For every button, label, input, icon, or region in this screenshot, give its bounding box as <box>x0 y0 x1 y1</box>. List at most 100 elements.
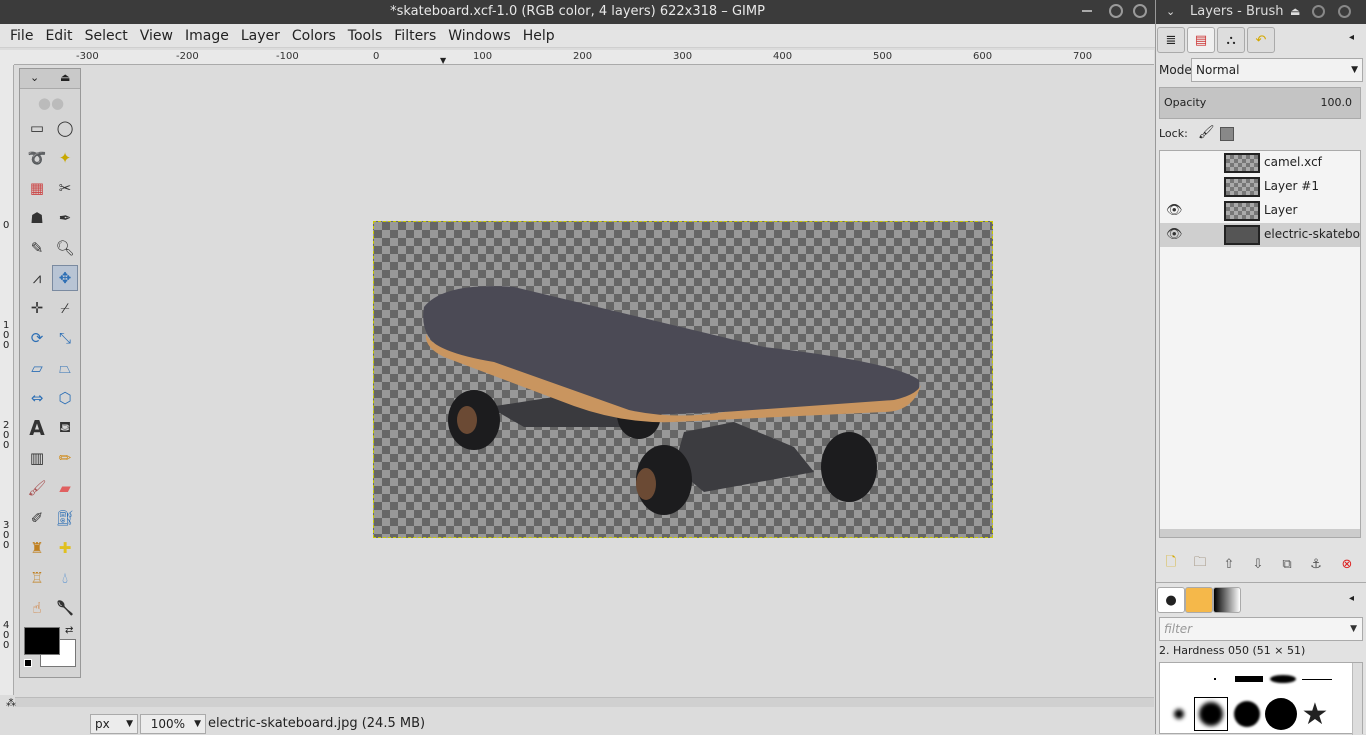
color-picker-tool-icon[interactable]: ✎ <box>24 235 50 261</box>
maximize-button[interactable] <box>1312 5 1325 18</box>
detach-icon[interactable]: ⏏ <box>60 71 70 84</box>
toolbox-header[interactable]: ⌄ ⏏ <box>20 69 80 89</box>
unit-selector[interactable]: px ▼ <box>90 714 138 734</box>
layer-row[interactable]: 👁︎ electric-skateboard.jpg <box>1160 223 1360 247</box>
vertical-ruler[interactable]: 0 1 0 0 2 0 0 3 0 0 4 0 0 <box>0 65 14 695</box>
paintbrush-tool-icon[interactable]: 🖌︎ <box>24 475 50 501</box>
tab-undo-icon[interactable]: ↶ <box>1247 27 1275 53</box>
shear-tool-icon[interactable]: ▱ <box>24 355 50 381</box>
blend-tool-icon[interactable]: ▥ <box>24 445 50 471</box>
layer-row[interactable]: camel.xcf <box>1160 151 1360 175</box>
text-tool-icon[interactable]: A <box>24 415 50 441</box>
ruler-corner[interactable] <box>0 50 14 65</box>
free-select-tool-icon[interactable]: ➰ <box>24 145 50 171</box>
clone-tool-icon[interactable]: ♜ <box>24 535 50 561</box>
brush-item[interactable] <box>1200 669 1230 689</box>
menu-select[interactable]: Select <box>79 24 134 48</box>
ellipse-select-tool-icon[interactable]: ◯ <box>52 115 78 141</box>
tab-channels-icon[interactable]: ▤ <box>1187 27 1215 53</box>
menu-windows[interactable]: Windows <box>442 24 517 48</box>
layer-row[interactable]: Layer #1 <box>1160 175 1360 199</box>
tab-layers-icon[interactable]: ≣ <box>1157 27 1185 53</box>
default-colors-icon[interactable] <box>24 659 32 667</box>
visibility-eye-icon[interactable]: 👁︎ <box>1166 227 1183 242</box>
new-layer-group-icon[interactable]: 🗀︎ <box>1190 555 1210 573</box>
scale-tool-icon[interactable]: ⤡ <box>52 325 78 351</box>
flip-tool-icon[interactable]: ⇔ <box>24 385 50 411</box>
menu-tools[interactable]: Tools <box>342 24 389 48</box>
zoom-tool-icon[interactable]: 🔍︎ <box>52 235 78 261</box>
perspective-clone-tool-icon[interactable]: ♖ <box>24 565 50 591</box>
horizontal-scrollbar[interactable] <box>15 697 1154 707</box>
menu-layer[interactable]: Layer <box>235 24 286 48</box>
zoom-selector[interactable]: 100% ▼ <box>140 714 206 734</box>
scissors-tool-icon[interactable]: ✂ <box>52 175 78 201</box>
cage-transform-tool-icon[interactable]: ⬡ <box>52 385 78 411</box>
bucket-fill-tool-icon[interactable]: ⛾ <box>52 415 78 441</box>
brush-item[interactable] <box>1300 669 1334 689</box>
star-brush-icon[interactable]: ★ <box>1298 697 1332 732</box>
ink-tool-icon[interactable]: ⛽︎ <box>52 505 78 531</box>
brush-item[interactable] <box>1164 697 1194 731</box>
menu-view[interactable]: View <box>134 24 179 48</box>
airbrush-tool-icon[interactable]: ✐ <box>24 505 50 531</box>
anchor-layer-icon[interactable]: ⚓︎ <box>1306 555 1326 573</box>
menu-image[interactable]: Image <box>179 24 235 48</box>
raise-layer-icon[interactable]: ⇧ <box>1219 555 1239 573</box>
brush-item[interactable] <box>1266 669 1300 689</box>
fuzzy-select-tool-icon[interactable]: ✦ <box>52 145 78 171</box>
horizontal-ruler[interactable]: -300 -200 -100 0 100 200 300 400 500 600… <box>14 50 1154 65</box>
mode-select[interactable]: Normal ▼ <box>1191 58 1363 82</box>
foreground-color-swatch[interactable] <box>24 627 60 655</box>
close-button[interactable] <box>1338 5 1351 18</box>
brush-item[interactable] <box>1264 697 1298 731</box>
chevron-down-icon[interactable]: ⌄ <box>1166 0 1175 24</box>
close-button[interactable] <box>1133 4 1147 18</box>
visibility-eye-icon[interactable]: 👁︎ <box>1166 203 1183 218</box>
lock-alpha-icon[interactable] <box>1220 127 1234 141</box>
lower-layer-icon[interactable]: ⇩ <box>1248 555 1268 573</box>
crop-tool-icon[interactable]: ⌿ <box>52 295 78 321</box>
chevron-down-icon[interactable]: ⌄ <box>30 71 39 84</box>
detach-icon[interactable]: ⏏ <box>1290 0 1300 24</box>
panel-menu-icon[interactable]: ◂ <box>1349 593 1354 604</box>
new-layer-icon[interactable]: 🗋︎ <box>1161 555 1181 573</box>
brush-item[interactable] <box>1232 669 1266 689</box>
menu-colors[interactable]: Colors <box>286 24 342 48</box>
brush-item[interactable] <box>1230 697 1264 731</box>
perspective-tool-icon[interactable]: ⏢ <box>52 355 78 381</box>
tab-gradients-icon[interactable] <box>1213 587 1241 613</box>
image-canvas[interactable] <box>373 221 993 538</box>
heal-tool-icon[interactable]: ✚ <box>52 535 78 561</box>
measure-tool-icon[interactable]: ⩘ <box>24 265 50 291</box>
menu-file[interactable]: File <box>4 24 39 48</box>
rotate-tool-icon[interactable]: ⟳ <box>24 325 50 351</box>
swap-colors-icon[interactable]: ⇄ <box>65 625 73 636</box>
select-by-color-tool-icon[interactable]: ▦ <box>24 175 50 201</box>
pencil-tool-icon[interactable]: ✏ <box>52 445 78 471</box>
dodge-burn-tool-icon[interactable]: 🥄︎ <box>52 595 78 621</box>
paths-tool-icon[interactable]: ✒ <box>52 205 78 231</box>
panel-menu-icon[interactable]: ◂ <box>1349 32 1354 43</box>
minimize-button[interactable] <box>1082 10 1092 12</box>
foreground-select-tool-icon[interactable]: ☗ <box>24 205 50 231</box>
brush-grid-scrollbar[interactable] <box>1352 663 1362 735</box>
tab-brushes-icon[interactable]: ● <box>1157 587 1185 613</box>
layers-hscrollbar[interactable] <box>1160 529 1360 537</box>
opacity-slider[interactable]: Opacity 100.0 <box>1159 87 1361 119</box>
delete-layer-icon[interactable]: ⊗ <box>1337 555 1357 573</box>
brush-item-selected[interactable] <box>1194 697 1228 731</box>
menu-edit[interactable]: Edit <box>39 24 78 48</box>
brush-filter-input[interactable]: filter ▼ <box>1159 617 1363 641</box>
lock-pixels-icon[interactable]: 🖌︎ <box>1198 125 1215 140</box>
tab-paths-icon[interactable]: ⛬ <box>1217 27 1245 53</box>
eraser-tool-icon[interactable]: ▰ <box>52 475 78 501</box>
menu-help[interactable]: Help <box>517 24 561 48</box>
tab-patterns-icon[interactable] <box>1185 587 1213 613</box>
menu-filters[interactable]: Filters <box>388 24 442 48</box>
smudge-tool-icon[interactable]: ☝ <box>24 595 50 621</box>
blur-tool-icon[interactable]: 💧︎ <box>52 565 78 591</box>
align-tool-icon[interactable]: ✛ <box>24 295 50 321</box>
rect-select-tool-icon[interactable]: ▭ <box>24 115 50 141</box>
layer-row[interactable]: 👁︎ Layer <box>1160 199 1360 223</box>
